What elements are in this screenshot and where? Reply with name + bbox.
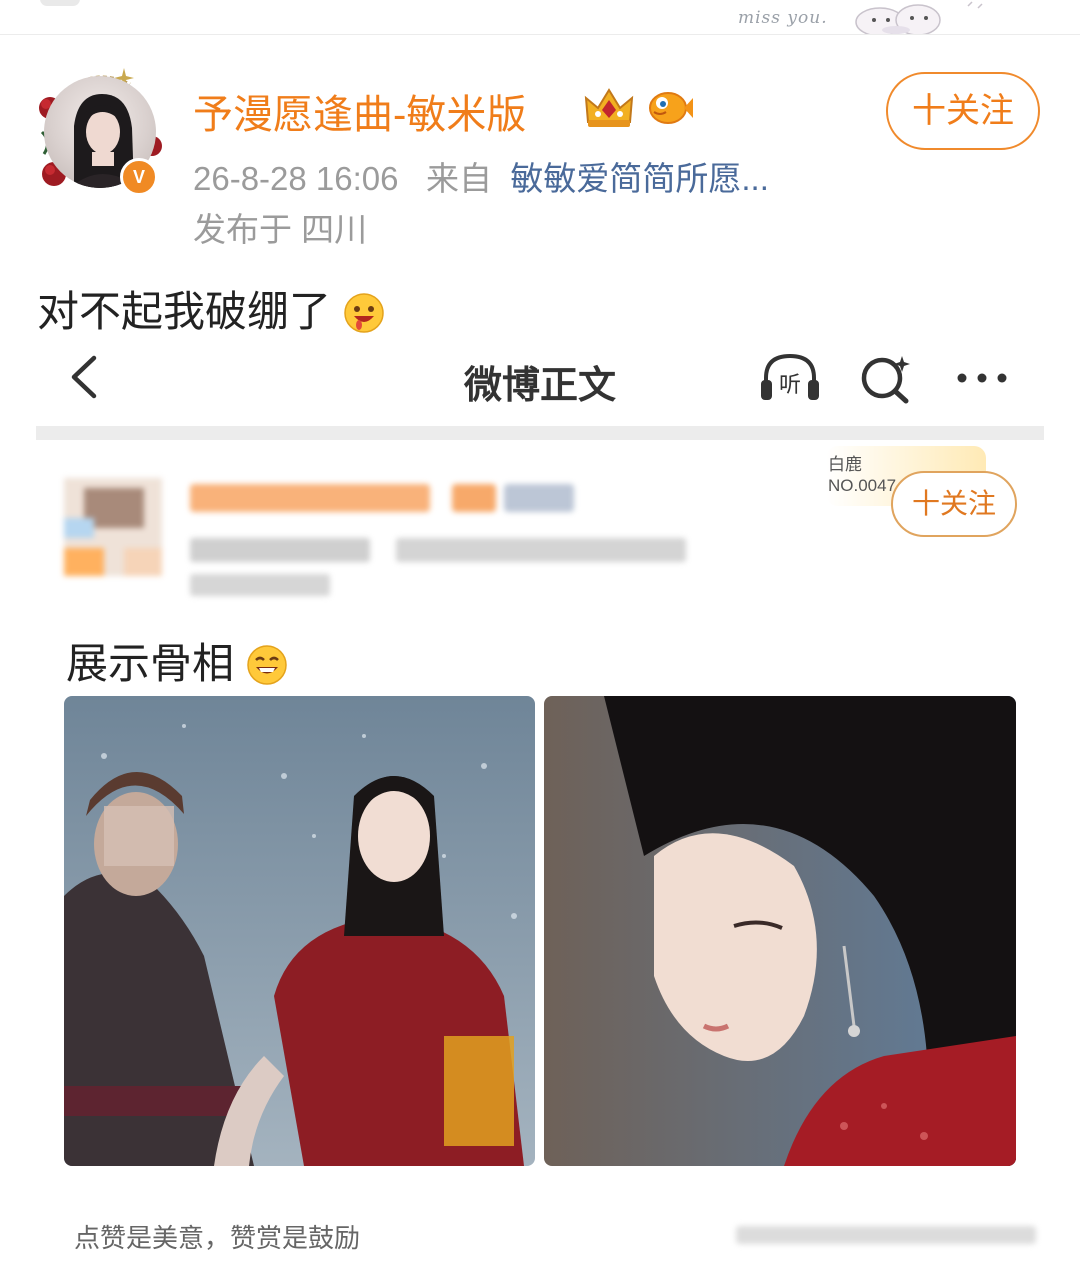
blurred-meta	[190, 538, 686, 596]
user-avatar[interactable]: V	[36, 62, 166, 202]
fan-badge-name: 白鹿	[828, 455, 862, 474]
embedded-follow-button[interactable]: 十关注	[891, 471, 1017, 537]
listen-label: 听	[779, 372, 801, 397]
embedded-post-content: 展示骨相	[66, 630, 288, 691]
fish-icon	[649, 92, 693, 124]
embedded-post-text: 展示骨相	[66, 640, 235, 687]
post-timestamp: 26-8-28 16:06	[193, 160, 399, 197]
fan-badge-number: NO.0047	[828, 476, 897, 495]
grin-emoji-icon	[246, 645, 287, 685]
post-content: 对不起我破绷了	[37, 278, 385, 339]
source-link[interactable]: 敏敏爱简简所愿...	[510, 160, 769, 197]
banner-fragment	[40, 0, 80, 6]
username[interactable]: 予漫愿逢曲-敏米版	[193, 82, 526, 140]
blurred-username	[190, 484, 574, 512]
follow-button[interactable]: 十关注	[886, 72, 1040, 150]
search-icon	[861, 356, 910, 404]
banner-deco-text: miss you.	[738, 8, 828, 28]
verified-badge: V	[120, 158, 158, 196]
crown-icon	[584, 88, 634, 127]
photo-right[interactable]	[544, 696, 1016, 1166]
blurred-footer	[736, 1226, 1036, 1244]
reward-note: 点赞是美意，赞赏是鼓励	[74, 1223, 361, 1253]
embedded-screenshot[interactable]: 微博正文 听 白鹿 NO.0047 十关注 展示骨相 点赞是美意，赞赏是鼓励	[36, 336, 1044, 1271]
post-meta: 26-8-28 16:06 来自 敏敏爱简简所愿...	[193, 152, 769, 200]
photo-left[interactable]	[64, 696, 535, 1166]
photo-right-image	[544, 696, 1016, 1166]
source-prefix: 来自	[426, 160, 493, 197]
post-location: 发布于 四川	[193, 211, 368, 248]
separator	[36, 426, 1044, 440]
photo-left-image	[64, 696, 535, 1166]
drooling-emoji-icon	[343, 293, 384, 333]
top-banner: miss you.	[0, 0, 1080, 35]
cartoon-deco-icon	[855, 1, 983, 34]
fan-badge: 白鹿 NO.0047	[828, 454, 896, 496]
blurred-avatar	[64, 478, 162, 576]
more-icon	[957, 373, 1007, 383]
post-text: 对不起我破绷了	[37, 288, 332, 335]
headphones-icon: 听	[761, 353, 819, 400]
